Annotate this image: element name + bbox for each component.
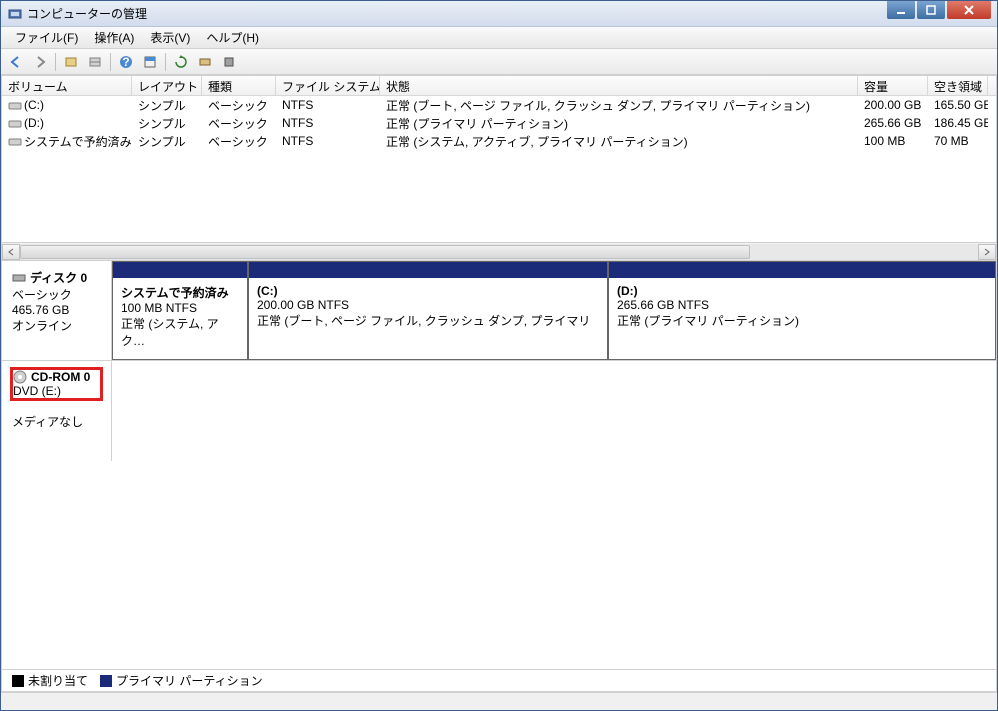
forward-button[interactable] <box>29 51 51 73</box>
minimize-button[interactable] <box>887 1 915 19</box>
cdrom-media-status: メディアなし <box>12 413 101 430</box>
statusbar <box>1 692 997 710</box>
volume-row[interactable]: (D:) シンプル ベーシック NTFS 正常 (プライマリ パーティション) … <box>2 114 996 132</box>
partition-header <box>609 262 995 278</box>
cdrom-partition-area[interactable] <box>112 361 996 461</box>
col-volume[interactable]: ボリューム <box>2 76 132 95</box>
legend-unallocated: 未割り当て <box>12 672 88 689</box>
cdrom-row: CD-ROM 0 DVD (E:) メディアなし <box>2 361 996 461</box>
drive-icon <box>8 100 22 112</box>
titlebar[interactable]: コンピューターの管理 <box>1 1 997 27</box>
app-icon <box>7 6 23 22</box>
properties-button[interactable] <box>84 51 106 73</box>
col-type[interactable]: 種類 <box>202 76 276 95</box>
disk-0-partitions: システムで予約済み 100 MB NTFS 正常 (システム, アク… (C:)… <box>112 261 996 360</box>
partition-system-reserved[interactable]: システムで予約済み 100 MB NTFS 正常 (システム, アク… <box>112 261 248 360</box>
legend: 未割り当て プライマリ パーティション <box>2 669 996 691</box>
toolbar-separator <box>165 53 166 71</box>
volume-row[interactable]: (C:) シンプル ベーシック NTFS 正常 (ブート, ページ ファイル, … <box>2 96 996 114</box>
main-content: ボリューム レイアウト 種類 ファイル システム 状態 容量 空き領域 (C:)… <box>1 75 997 692</box>
scroll-left-button[interactable] <box>2 244 20 260</box>
cdrom-label[interactable]: CD-ROM 0 DVD (E:) メディアなし <box>2 361 112 461</box>
disk-icon <box>12 271 26 285</box>
toolbar-separator <box>55 53 56 71</box>
window-controls <box>887 1 997 26</box>
legend-primary: プライマリ パーティション <box>100 672 263 689</box>
partition-header <box>113 262 247 278</box>
disk-0-row: ディスク 0 ベーシック 465.76 GB オンライン システムで予約済み 1… <box>2 261 996 361</box>
menu-help[interactable]: ヘルプ(H) <box>198 27 267 48</box>
settings-button[interactable] <box>218 51 240 73</box>
disk-0-label[interactable]: ディスク 0 ベーシック 465.76 GB オンライン <box>2 261 112 360</box>
scroll-thumb[interactable] <box>20 245 750 259</box>
col-free[interactable]: 空き領域 <box>928 76 988 95</box>
disk-graphics-pane: ディスク 0 ベーシック 465.76 GB オンライン システムで予約済み 1… <box>2 260 996 669</box>
refresh-button[interactable] <box>170 51 192 73</box>
legend-box-unallocated-icon <box>12 675 24 687</box>
col-capacity[interactable]: 容量 <box>858 76 928 95</box>
help-button[interactable]: ? <box>115 51 137 73</box>
show-hide-button[interactable] <box>60 51 82 73</box>
col-layout[interactable]: レイアウト <box>132 76 202 95</box>
svg-text:?: ? <box>122 55 129 69</box>
computer-management-window: コンピューターの管理 ファイル(F) 操作(A) 表示(V) ヘルプ(H) ? … <box>0 0 998 711</box>
drive-icon <box>8 118 22 130</box>
partition-d[interactable]: (D:) 265.66 GB NTFS 正常 (プライマリ パーティション) <box>608 261 996 360</box>
volume-list[interactable]: (C:) シンプル ベーシック NTFS 正常 (ブート, ページ ファイル, … <box>2 96 996 242</box>
menu-view[interactable]: 表示(V) <box>142 27 198 48</box>
maximize-button[interactable] <box>917 1 945 19</box>
drive-icon <box>8 136 22 148</box>
view-top-button[interactable] <box>139 51 161 73</box>
col-status[interactable]: 状態 <box>380 76 858 95</box>
partition-c[interactable]: (C:) 200.00 GB NTFS 正常 (ブート, ページ ファイル, ク… <box>248 261 608 360</box>
menubar: ファイル(F) 操作(A) 表示(V) ヘルプ(H) <box>1 27 997 49</box>
close-button[interactable] <box>947 1 991 19</box>
menu-action[interactable]: 操作(A) <box>86 27 142 48</box>
back-button[interactable] <box>5 51 27 73</box>
scroll-right-button[interactable] <box>978 244 996 260</box>
col-filesystem[interactable]: ファイル システム <box>276 76 380 95</box>
horizontal-scrollbar[interactable] <box>2 242 996 260</box>
cdrom-icon <box>13 370 27 384</box>
partition-header <box>249 262 607 278</box>
legend-box-primary-icon <box>100 675 112 687</box>
titlebar-title: コンピューターの管理 <box>27 5 887 22</box>
scroll-track[interactable] <box>20 244 978 260</box>
volume-list-header: ボリューム レイアウト 種類 ファイル システム 状態 容量 空き領域 <box>2 76 996 96</box>
toolbar: ? <box>1 49 997 75</box>
rescan-button[interactable] <box>194 51 216 73</box>
menu-file[interactable]: ファイル(F) <box>7 27 86 48</box>
volume-row[interactable]: システムで予約済み シンプル ベーシック NTFS 正常 (システム, アクティ… <box>2 132 996 150</box>
toolbar-separator <box>110 53 111 71</box>
